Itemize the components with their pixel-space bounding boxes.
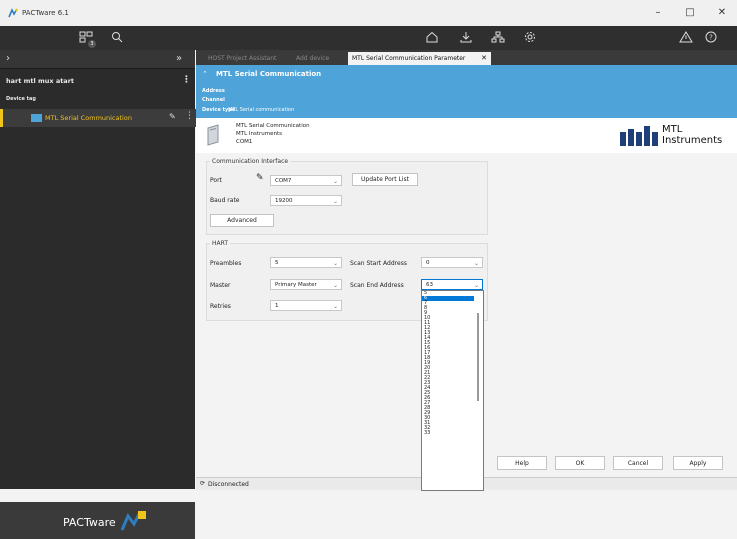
svg-text:?: ? [709, 34, 713, 42]
scan-end-dropdown-list[interactable]: 5 6 7 8 9 10 11 12 13 14 15 16 17 18 19 20 21 22 23 24 25 26 2… [421, 290, 484, 491]
port-detect-icon[interactable]: ✎ [256, 173, 264, 183]
tab-bar: HOST Project Assistant Add device MTL Se… [196, 50, 737, 65]
retries-combo[interactable]: 1 ⌄ [270, 300, 342, 311]
close-button[interactable]: ✕ [712, 6, 732, 20]
preambles-combo[interactable]: 5 ⌄ [270, 257, 342, 268]
dropdown-scrollbar[interactable] [477, 313, 479, 401]
sidebar-header: › » [0, 50, 195, 69]
device-tree-icon[interactable] [490, 31, 506, 45]
help-button[interactable]: Help [497, 456, 547, 470]
item-menu-icon[interactable]: ⋮ [185, 111, 194, 121]
master-combo[interactable]: Primary Master ⌄ [270, 279, 342, 290]
address-label: Address [202, 88, 225, 94]
port-combo[interactable]: COM7 ⌄ [270, 175, 342, 186]
collapse-header-icon[interactable]: ⌃ [202, 70, 208, 78]
scan-start-label: Scan Start Address [350, 260, 407, 267]
device-icon [31, 114, 42, 122]
project-sidebar: › » hart mtl mux atart ⋮ Device tag MTL … [0, 50, 198, 539]
chevron-down-icon: ⌄ [332, 282, 338, 289]
notification-badge: 3 [88, 40, 96, 48]
device-header: ⌃ MTL Serial Communication Address Chann… [196, 65, 737, 118]
pactware-logo: PACTware [0, 502, 195, 539]
chevron-down-icon: ⌄ [473, 260, 479, 267]
cancel-button[interactable]: Cancel [613, 456, 663, 470]
hart-title: HART [210, 240, 231, 247]
device-port: COM1 [236, 139, 253, 145]
tab-add-device[interactable]: Add device [292, 52, 333, 65]
master-label: Master [210, 282, 231, 289]
tab-host-project-assistant[interactable]: HOST Project Assistant [204, 52, 280, 65]
chevron-down-icon: ⌄ [332, 198, 338, 205]
window-title: PACTware 6.1 [22, 9, 69, 17]
device-name: MTL Serial Communication [236, 123, 310, 129]
close-tab-icon[interactable]: ✕ [481, 52, 487, 65]
project-name: hart mtl mux atart [6, 77, 75, 85]
collapse-panel-icon[interactable]: » [176, 50, 182, 68]
channel-label: Channel [202, 97, 225, 103]
dropdown-options: 5 6 7 8 9 10 11 12 13 14 15 16 17 18 19 20 21 22 23 24 25 26 2… [422, 291, 483, 436]
app-logo-icon [8, 8, 18, 18]
connection-status: Disconnected [208, 481, 249, 488]
device-image-icon [207, 124, 219, 146]
ok-button[interactable]: OK [555, 456, 605, 470]
device-tag-column-header: Device tag [6, 96, 36, 102]
port-label: Port [210, 177, 222, 184]
tree-item-label: MTL Serial Communication [45, 114, 132, 122]
title-bar: PACTware 6.1 – □ ✕ [0, 0, 737, 27]
scan-end-combo[interactable]: 63 ⌄ [421, 279, 483, 290]
baud-rate-label: Baud rate [210, 197, 240, 204]
warning-icon[interactable] [678, 31, 694, 45]
tree-item-mtl-serial[interactable]: MTL Serial Communication ✎ ⋮ [0, 109, 198, 127]
download-icon[interactable] [458, 31, 474, 45]
device-info-panel: MTL Serial Communication MTL Instruments… [196, 118, 737, 154]
project-menu-icon[interactable]: ⋮ [182, 75, 191, 85]
chevron-down-icon: ⌄ [332, 178, 338, 185]
chevron-down-icon: ⌄ [332, 260, 338, 267]
mtl-instruments-logo: MTL Instruments [620, 124, 730, 148]
pactware-logo-icon [120, 511, 146, 531]
device-vendor: MTL Instruments [236, 131, 283, 137]
scan-end-label: Scan End Address [350, 282, 404, 289]
header-title: MTL Serial Communication [216, 70, 322, 78]
edit-icon[interactable]: ✎ [169, 112, 176, 121]
device-type-value: MTL Serial communication [228, 107, 295, 113]
maximize-button[interactable]: □ [680, 6, 700, 20]
tab-mtl-serial-parameter[interactable]: MTL Serial Communication Parameter ✕ [348, 52, 491, 65]
minimize-button[interactable]: – [648, 6, 668, 20]
apply-button[interactable]: Apply [673, 456, 723, 470]
preambles-label: Preambles [210, 260, 242, 267]
connection-icon: ⟳ [200, 480, 206, 487]
mtl-logo-icon [620, 126, 658, 146]
baud-rate-combo[interactable]: 19200 ⌄ [270, 195, 342, 206]
chevron-down-icon: ⌄ [332, 303, 338, 310]
help-icon[interactable]: ? [703, 31, 719, 45]
advanced-button[interactable]: Advanced [210, 214, 274, 227]
update-port-list-button[interactable]: Update Port List [352, 173, 418, 186]
main-toolbar: 3 ? [0, 26, 737, 50]
expand-chevron-icon[interactable]: › [6, 50, 10, 68]
communication-interface-title: Communication Interface [210, 158, 291, 165]
retries-label: Retries [210, 303, 231, 310]
dropdown-option[interactable]: 33 [422, 431, 483, 436]
scan-start-combo[interactable]: 0 ⌄ [421, 257, 483, 268]
home-icon[interactable] [424, 31, 440, 45]
settings-gear-icon[interactable] [522, 31, 538, 45]
device-search-icon[interactable] [110, 31, 126, 45]
